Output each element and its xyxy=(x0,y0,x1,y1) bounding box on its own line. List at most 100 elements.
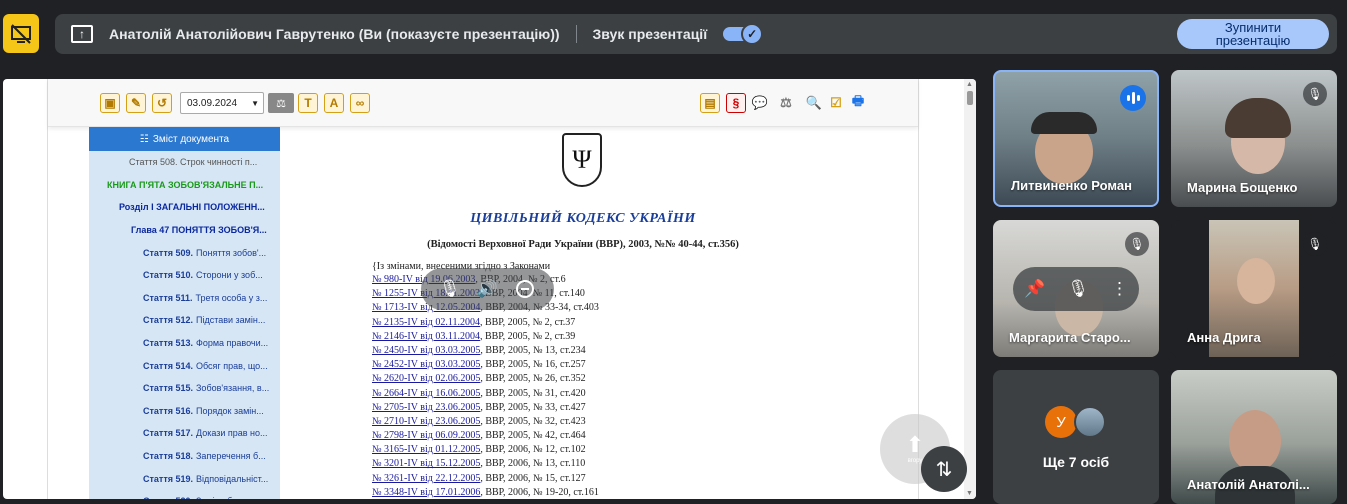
scroll-thumb[interactable] xyxy=(967,91,973,105)
page-scrollbar[interactable]: ▲ ▼ xyxy=(964,79,976,499)
shared-screen: ▣ ✎ ↺ 03.09.2024 ▼ ⚖ T A ∞ ▤ § 💬 ⚖ 🔍 ☑ 🖶… xyxy=(3,79,976,499)
sidebar-item-article[interactable]: Стаття 515. Зобов'язання, в... xyxy=(89,377,280,400)
article-number: Стаття 512. xyxy=(143,315,193,326)
print-icon[interactable]: 🖶 xyxy=(848,93,868,113)
article-number: Стаття 514. xyxy=(143,360,193,371)
article-number: Стаття 518. xyxy=(143,451,193,462)
participant-tile[interactable]: 🎙 Анна Дрига xyxy=(1171,220,1337,357)
participant-tile[interactable]: 🎙 📌 🎙 ⋮ Маргарита Старо... xyxy=(993,220,1159,357)
remove-icon[interactable] xyxy=(512,276,538,302)
amendment-details: , ВВР, 2006, № 19-20, ст.161 xyxy=(480,486,599,498)
amendment-link[interactable]: № 2135-IV від 02.11.2004 xyxy=(372,317,480,328)
amendment-link[interactable]: № 3165-IV від 01.12.2005 xyxy=(372,444,480,455)
article-title: Зобов'язання, в... xyxy=(196,383,270,394)
sidebar-item-article[interactable]: Стаття 509. Поняття зобов'... xyxy=(89,241,280,264)
stop-presenting-button[interactable]: Зупинити презентацію xyxy=(1177,19,1329,49)
document-body: Ψ ЦИВІЛЬНИЙ КОДЕКС УКРАЇНИ (Відомості Ве… xyxy=(288,127,908,499)
more-participants-label: Ще 7 осіб xyxy=(1042,454,1110,470)
history-icon[interactable]: ↺ xyxy=(152,93,172,113)
participant-name: Марина Бощенко xyxy=(1187,180,1298,195)
hair xyxy=(1225,98,1291,138)
amendment-row: № 3165-IV від 01.12.2005, ВВР, 2006, № 1… xyxy=(372,443,599,457)
amendment-link[interactable]: № 3261-IV від 22.12.2005 xyxy=(372,473,480,484)
amendment-link[interactable]: № 2146-IV від 03.11.2004 xyxy=(372,331,480,342)
avatars-group: У xyxy=(1045,406,1106,438)
tree-icon: ☷ xyxy=(139,133,149,145)
participant-tile[interactable]: 🎙 Марина Бощенко xyxy=(1171,70,1337,207)
avatar: У xyxy=(1045,406,1077,438)
amendment-row: № 2146-IV від 03.11.2004, ВВР, 2005, № 2… xyxy=(372,330,599,344)
divider xyxy=(575,25,577,43)
checklist-icon[interactable]: ☑ xyxy=(826,93,846,113)
document-contents-sidebar: ☷ Зміст документа Стаття 508. Строк чинн… xyxy=(89,127,280,499)
mic-off-icon[interactable]: 🎙 xyxy=(1067,279,1089,299)
date-select[interactable]: 03.09.2024 ▼ xyxy=(180,92,264,114)
mic-off-icon[interactable]: 🎙 xyxy=(437,276,463,302)
media-controls-overlay: 🎙 🔊 xyxy=(421,268,554,310)
bookmark-icon[interactable]: ▤ xyxy=(700,93,720,113)
article-title: Сторони у зоб... xyxy=(196,270,263,281)
sidebar-item-chapter[interactable]: Глава 47 ПОНЯТТЯ ЗОБОВ'Я... xyxy=(89,219,280,242)
sound-toggle[interactable]: ✓ xyxy=(723,23,764,45)
amendment-details: , ВВР, 2006, № 13, ст.110 xyxy=(480,458,586,470)
comments-icon[interactable]: 💬 xyxy=(750,93,770,113)
compare-icon[interactable]: ⚖ xyxy=(268,93,294,113)
article-title: Обсяг прав, що... xyxy=(196,360,268,371)
article-number: Стаття 515. xyxy=(143,383,193,394)
sidebar-item-article[interactable]: Стаття 510. Сторони у зоб... xyxy=(89,264,280,287)
more-options-icon[interactable]: ⋮ xyxy=(1111,279,1128,299)
sidebar-item-article[interactable]: Стаття 517. Докази прав но... xyxy=(89,422,280,445)
amendment-details: , ВВР, 2005, № 31, ст.420 xyxy=(480,387,586,399)
amendment-link[interactable]: № 3348-IV від 17.01.2006 xyxy=(372,487,480,498)
sidebar-item-article[interactable]: Стаття 518. Заперечення б... xyxy=(89,445,280,468)
more-participants-tile[interactable]: У Ще 7 осіб xyxy=(993,370,1159,504)
amendment-link[interactable]: № 2452-IV від 03.03.2005 xyxy=(372,359,480,370)
mic-off-icon: 🎙 xyxy=(1125,232,1149,256)
article-title: Форма правочи... xyxy=(196,338,269,349)
scroll-down-icon[interactable]: ▼ xyxy=(966,490,973,497)
sidebar-item-book[interactable]: КНИГА П'ЯТА ЗОБОВ'ЯЗАЛЬНЕ П... xyxy=(89,174,280,197)
amendment-link[interactable]: № 2450-IV від 03.03.2005 xyxy=(372,345,480,356)
search-icon[interactable]: 🔍 xyxy=(804,93,824,113)
amendment-details: , ВВР, 2005, № 32, ст.423 xyxy=(480,415,586,427)
link-icon[interactable]: ∞ xyxy=(350,93,370,113)
sidebar-item-article[interactable]: Стаття 511. Третя особа у з... xyxy=(89,287,280,310)
participant-tile[interactable]: Анатолій Анатолі... xyxy=(1171,370,1337,504)
article-title: Заперечення б... xyxy=(196,451,266,462)
sidebar-item-article[interactable]: Стаття 514. Обсяг прав, що... xyxy=(89,354,280,377)
sidebar-item-article[interactable]: Стаття 512. Підстави замін... xyxy=(89,309,280,332)
sidebar-item-article[interactable]: Стаття 519. Відповідальніст... xyxy=(89,467,280,490)
swap-layout-icon[interactable]: ⇅ xyxy=(921,446,967,492)
edit-icon[interactable]: ✎ xyxy=(126,93,146,113)
article-title: Підстави замін... xyxy=(196,315,266,326)
amendment-link[interactable]: № 2620-IV від 02.06.2005 xyxy=(372,373,480,384)
amendment-link[interactable]: № 2798-IV від 06.09.2005 xyxy=(372,430,480,441)
article-number: Стаття 517. xyxy=(143,428,193,439)
present-icon[interactable] xyxy=(3,14,39,53)
pin-icon[interactable]: 📌 xyxy=(1024,279,1045,299)
article-number: Стаття 510. xyxy=(143,270,193,281)
amendment-link[interactable]: № 2705-IV від 23.06.2005 xyxy=(372,402,480,413)
screen-off-icon xyxy=(11,23,31,44)
amendment-link[interactable]: № 2664-IV від 16.06.2005 xyxy=(372,388,480,399)
participant-name: Маргарита Старо... xyxy=(1009,330,1131,345)
scales-icon[interactable]: ⚖ xyxy=(776,93,796,113)
font-icon[interactable]: A xyxy=(324,93,344,113)
participant-tile[interactable]: Литвиненко Роман xyxy=(993,70,1159,207)
article-number: Стаття 520. xyxy=(143,496,193,499)
sidebar-item-article[interactable]: Стаття 520.Заміна боржни... xyxy=(89,490,280,499)
sidebar-item-article[interactable]: Стаття 516. Порядок замін... xyxy=(89,400,280,423)
amendment-row: № 2450-IV від 03.03.2005, ВВР, 2005, № 1… xyxy=(372,344,599,358)
scroll-up-icon[interactable]: ▲ xyxy=(966,81,973,88)
sidebar-header[interactable]: ☷ Зміст документа xyxy=(89,127,280,151)
sidebar-item[interactable]: Стаття 508. Строк чинності п... xyxy=(89,151,280,174)
volume-icon[interactable]: 🔊 xyxy=(474,276,500,302)
text-icon[interactable]: T xyxy=(298,93,318,113)
amendment-row: № 3201-IV від 15.12.2005, ВВР, 2006, № 1… xyxy=(372,457,599,471)
sidebar-item-section[interactable]: Розділ I ЗАГАЛЬНІ ПОЛОЖЕНН... xyxy=(89,196,280,219)
sidebar-item-article[interactable]: Стаття 513. Форма правочи... xyxy=(89,332,280,355)
amendment-link[interactable]: № 3201-IV від 15.12.2005 xyxy=(372,458,480,469)
amendment-link[interactable]: № 2710-IV від 23.06.2005 xyxy=(372,416,480,427)
lock-icon[interactable]: ▣ xyxy=(100,93,120,113)
paragraph-icon[interactable]: § xyxy=(726,93,746,113)
